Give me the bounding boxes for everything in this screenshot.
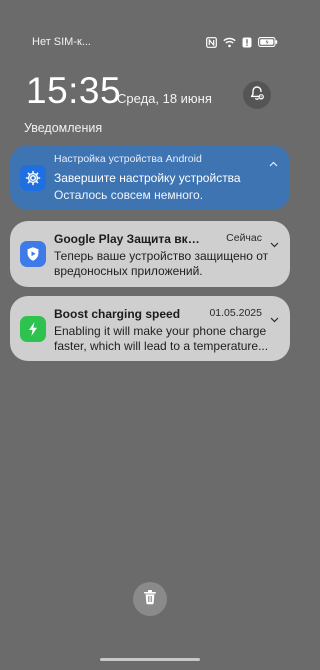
notification-play-protect[interactable]: Google Play Защита включе... Сейчас Тепе… (10, 221, 290, 287)
shield-play-icon (20, 241, 46, 267)
wifi-icon (223, 37, 236, 48)
notification-device-setup[interactable]: Настройка устройства Android Завершите н… (10, 145, 290, 210)
notification-app-name: Настройка устройства Android (54, 153, 202, 165)
clock: 15:35 (26, 70, 122, 111)
notification-title: Google Play Защита включе... (54, 232, 204, 246)
gear-icon (20, 165, 46, 191)
carrier-label: Нет SIM-к... (32, 36, 91, 48)
home-indicator[interactable] (100, 658, 200, 661)
date-label: Среда, 18 июня (117, 91, 212, 106)
chevron-up-icon[interactable] (269, 154, 278, 172)
notification-body: Enabling it will make your phone charge … (54, 324, 282, 354)
notification-boost-charging[interactable]: Boost charging speed 01.05.2025 Enabling… (10, 296, 290, 361)
notification-title: Завершите настройку устройства (54, 171, 241, 185)
battery-icon (258, 37, 278, 47)
notification-settings-button[interactable] (243, 81, 271, 109)
clear-all-button[interactable] (133, 582, 167, 616)
notification-body-line: faster, which will lead to a temperature… (54, 339, 269, 353)
notification-title: Boost charging speed (54, 307, 181, 321)
notification-body: Осталось совсем немного. (54, 188, 204, 202)
notification-body: Теперь ваше устройство защищено от вредо… (54, 249, 269, 278)
bolt-icon (20, 316, 46, 342)
trash-icon (143, 589, 157, 610)
notification-body-line: Enabling it will make your phone charge (54, 324, 267, 338)
alert-icon (242, 37, 252, 48)
notifications-heading: Уведомления (24, 121, 103, 135)
notification-time: Сейчас (226, 232, 262, 244)
notification-time: 01.05.2025 (209, 307, 262, 319)
nfc-icon (206, 36, 217, 48)
status-icons (206, 35, 278, 49)
notification-settings-icon (249, 85, 265, 106)
